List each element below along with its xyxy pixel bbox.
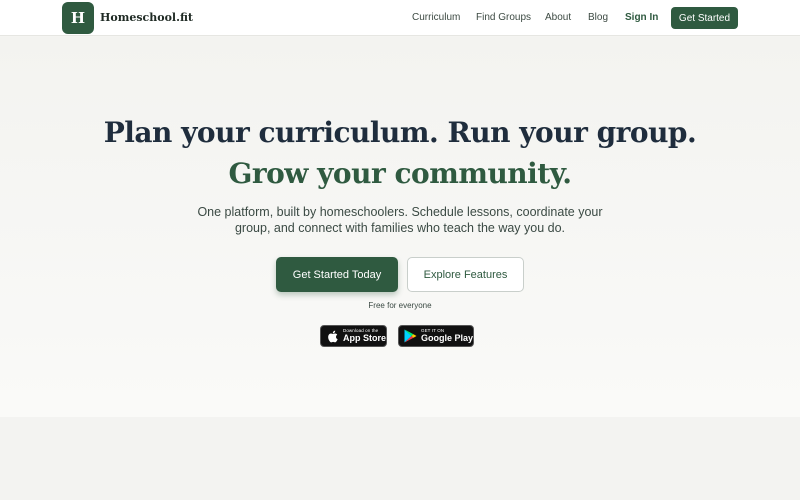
explore-features-button[interactable]: Explore Features xyxy=(407,257,524,292)
google-play-big-text: Google Play xyxy=(420,333,473,344)
google-play-badge[interactable]: GET IT ON Google Play xyxy=(398,325,474,347)
nav-link-about[interactable]: About xyxy=(545,12,571,24)
sign-in-link[interactable]: Sign In xyxy=(625,12,658,24)
app-store-badge[interactable]: Download on the App Store xyxy=(320,325,387,347)
lower-section xyxy=(0,417,800,500)
app-store-badge-text: Download on the App Store xyxy=(342,328,386,344)
get-started-today-button[interactable]: Get Started Today xyxy=(276,257,398,292)
nav-link-find-groups[interactable]: Find Groups xyxy=(476,12,531,24)
app-store-big-text: App Store xyxy=(342,333,386,344)
nav-link-blog[interactable]: Blog xyxy=(588,12,608,24)
hero-headline: Plan your curriculum. Run your group. Gr… xyxy=(100,112,700,194)
headline-accent: Grow your community. xyxy=(228,157,572,190)
get-started-nav-button[interactable]: Get Started xyxy=(671,7,738,29)
google-play-badge-text: GET IT ON Google Play xyxy=(420,328,473,344)
top-navbar: H Homeschool.fit Curriculum Find Groups … xyxy=(0,0,800,36)
apple-icon xyxy=(325,328,340,344)
hero-subtext: One platform, built by homeschoolers. Sc… xyxy=(197,205,603,235)
headline-main: Plan your curriculum. Run your group. xyxy=(103,116,697,149)
nav-link-curriculum[interactable]: Curriculum xyxy=(412,12,460,24)
google-play-icon xyxy=(403,328,418,344)
free-note: Free for everyone xyxy=(368,301,432,310)
